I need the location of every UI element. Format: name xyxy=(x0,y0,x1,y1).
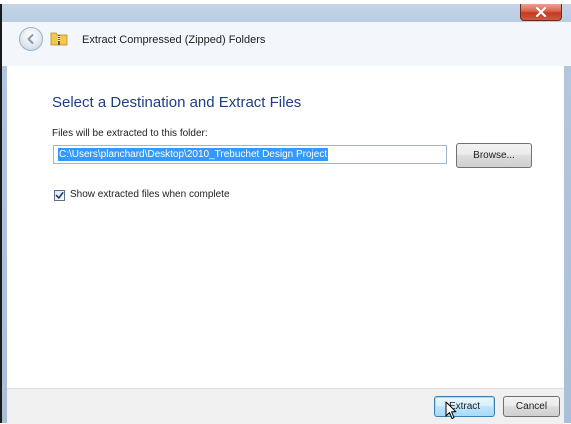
back-button[interactable] xyxy=(19,27,43,51)
extract-button[interactable]: Extract xyxy=(434,396,495,417)
close-button[interactable] xyxy=(520,4,562,21)
destination-path-text: C:\Users\planchard\Desktop\2010_Trebuche… xyxy=(58,148,329,161)
destination-path-input[interactable]: C:\Users\planchard\Desktop\2010_Trebuche… xyxy=(53,145,447,164)
show-files-checkbox[interactable] xyxy=(54,190,65,201)
mouse-cursor-icon xyxy=(445,401,457,419)
back-arrow-icon xyxy=(27,34,34,44)
checkmark-icon xyxy=(55,192,64,199)
close-icon xyxy=(535,7,547,17)
zip-folder-icon xyxy=(50,32,68,46)
content-pane xyxy=(7,66,564,388)
show-files-label[interactable]: Show extracted files when complete xyxy=(70,189,230,200)
cancel-button[interactable]: Cancel xyxy=(503,396,560,417)
page-heading: Select a Destination and Extract Files xyxy=(52,94,302,111)
browse-button[interactable]: Browse... xyxy=(456,143,532,168)
destination-label: Files will be extracted to this folder: xyxy=(52,128,208,139)
window-title: Extract Compressed (Zipped) Folders xyxy=(82,34,266,46)
